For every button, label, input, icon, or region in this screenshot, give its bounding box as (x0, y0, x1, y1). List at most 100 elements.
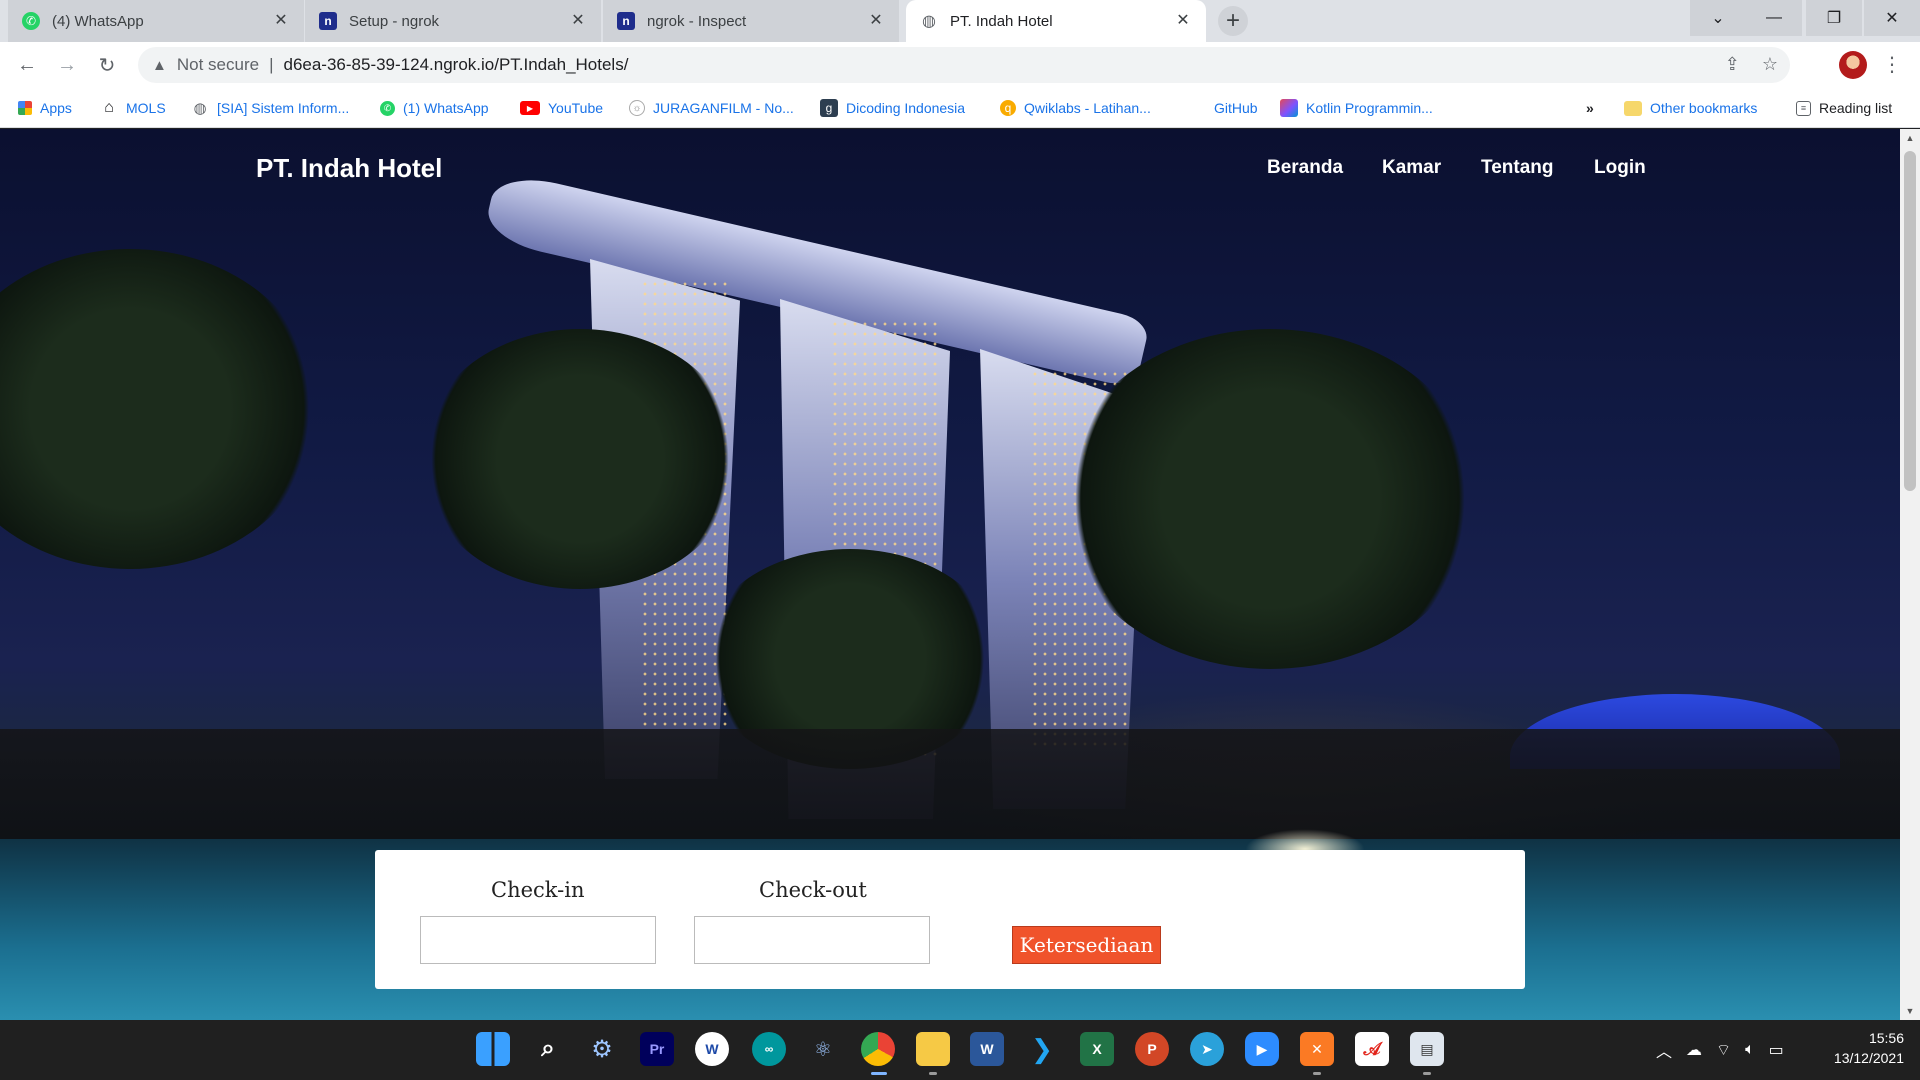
taskbar-clock[interactable]: 15:56 13/12/2021 (1820, 1028, 1904, 1068)
bookmark-youtube[interactable]: ▶ YouTube (520, 88, 603, 128)
page-scrollbar[interactable]: ▲ ▼ (1900, 129, 1920, 1020)
bookmark-mols[interactable]: ⌂ MOLS (100, 88, 166, 128)
bookmark-sia[interactable]: ◍ [SIA] Sistem Inform... (191, 88, 349, 128)
close-icon[interactable]: ✕ (867, 12, 885, 30)
page-viewport: PT. Indah Hotel Beranda Kamar Tentang Lo… (0, 129, 1900, 1020)
availability-button[interactable]: Ketersediaan (1012, 926, 1161, 964)
chrome-icon[interactable] (861, 1032, 895, 1066)
bookmark-apps[interactable]: Apps (18, 88, 72, 128)
window-close-button[interactable]: ✕ (1864, 0, 1920, 36)
scrollbar-thumb[interactable] (1904, 151, 1916, 491)
chrome-running-indicator (871, 1072, 887, 1075)
xampp-icon[interactable]: ✕ (1300, 1032, 1334, 1066)
nav-kamar[interactable]: Kamar (1382, 157, 1441, 179)
more-bookmarks-button[interactable]: » (1586, 88, 1594, 128)
warning-icon: ▲ (152, 56, 167, 74)
powerpoint-icon[interactable]: P (1135, 1032, 1169, 1066)
word-icon[interactable]: W (970, 1032, 1004, 1066)
minimize-button[interactable]: — (1746, 0, 1802, 36)
folder-icon (1624, 100, 1642, 116)
youtube-icon: ▶ (520, 101, 540, 115)
bookmark-github[interactable]: GitHub (1188, 88, 1258, 128)
whatsapp-icon: ✆ (22, 12, 40, 30)
checkin-input[interactable] (420, 916, 656, 964)
xampp-running-indicator (1313, 1072, 1321, 1075)
forward-button[interactable]: → (52, 50, 82, 80)
back-button[interactable]: ← (12, 50, 42, 80)
search-icon[interactable]: ⌕ (531, 1032, 565, 1066)
palm-tree (1060, 329, 1480, 669)
close-icon[interactable]: ✕ (1174, 12, 1192, 30)
wifi-icon[interactable]: ⌔ (1716, 1040, 1731, 1060)
acrobat-icon[interactable]: 𝒜 (1355, 1032, 1389, 1066)
whatsapp-desktop-icon[interactable]: W (695, 1032, 729, 1066)
checkout-input[interactable] (694, 916, 930, 964)
bookmark-whatsapp[interactable]: ✆ (1) WhatsApp (380, 88, 489, 128)
bookmark-dicoding[interactable]: g Dicoding Indonesia (820, 88, 965, 128)
bookmark-kotlin[interactable]: Kotlin Programmin... (1280, 88, 1433, 128)
globe-icon: ◍ (922, 13, 936, 30)
checkout-label: Check-out (759, 878, 867, 902)
settings-icon[interactable]: ⚙ (585, 1032, 619, 1066)
apps-grid-icon (18, 101, 32, 115)
bookmark-juraganfilm[interactable]: ☼ JURAGANFILM - No... (629, 88, 794, 128)
premiere-icon[interactable]: Pr (640, 1032, 674, 1066)
other-bookmarks[interactable]: Other bookmarks (1624, 88, 1757, 128)
palm-tree (0, 249, 320, 569)
url-text[interactable]: d6ea-36-85-39-124.ngrok.io/PT.Indah_Hote… (283, 55, 628, 75)
omnibox-actions: ⇪ ☆ (1725, 54, 1778, 75)
close-icon[interactable]: ✕ (272, 12, 290, 30)
close-icon[interactable]: ✕ (569, 12, 587, 30)
notepad-icon[interactable]: ▤ (1410, 1032, 1444, 1066)
restore-button[interactable]: ❐ (1806, 0, 1862, 36)
dicoding-icon: g (820, 99, 838, 117)
chevron-up-icon[interactable]: ︿ (1656, 1038, 1672, 1062)
tab-title: ngrok - Inspect (647, 12, 747, 30)
nav-login[interactable]: Login (1594, 157, 1646, 179)
bookmark-star-icon[interactable]: ☆ (1762, 54, 1778, 75)
system-tray: ︿ ☁ ⌔ 🔈︎ ▭ (1656, 1020, 1784, 1080)
tab-whatsapp[interactable]: ✆ (4) WhatsApp ✕ (8, 0, 304, 42)
volume-icon[interactable]: 🔈︎ (1745, 1041, 1755, 1059)
cloud-icon[interactable]: ☁ (1686, 1040, 1702, 1060)
excel-icon[interactable]: X (1080, 1032, 1114, 1066)
nav-tentang[interactable]: Tentang (1481, 157, 1553, 179)
arduino-icon[interactable]: ∞ (752, 1032, 786, 1066)
clock-date: 13/12/2021 (1833, 1050, 1904, 1066)
tab-search-button[interactable]: ⌄ (1690, 0, 1746, 36)
explorer-running-indicator (929, 1072, 937, 1075)
telegram-icon[interactable]: ➤ (1190, 1032, 1224, 1066)
tab-setup-ngrok[interactable]: n Setup - ngrok ✕ (305, 0, 601, 42)
qwiklabs-icon: q (1000, 100, 1016, 116)
reading-list-icon: ≡ (1796, 100, 1811, 116)
scroll-down-icon[interactable]: ▼ (1900, 1002, 1920, 1020)
profile-avatar[interactable] (1839, 51, 1867, 79)
new-tab-button[interactable]: + (1218, 6, 1248, 36)
windows-start-icon[interactable] (476, 1032, 510, 1066)
tab-title: (4) WhatsApp (52, 12, 144, 30)
zoom-icon[interactable]: ▶ (1245, 1032, 1279, 1066)
booking-panel: Check-in Check-out Ketersediaan (375, 850, 1525, 989)
bookmark-qwiklabs[interactable]: q Qwiklabs - Latihan... (1000, 88, 1151, 128)
ngrok-icon: n (319, 12, 337, 30)
juraganfilm-icon: ☼ (629, 100, 645, 116)
reload-button[interactable]: ↻ (92, 50, 122, 80)
globe-icon: ◍ (193, 100, 207, 117)
address-divider: | (269, 55, 274, 74)
tab-ngrok-inspect[interactable]: n ngrok - Inspect ✕ (603, 0, 899, 42)
site-brand[interactable]: PT. Indah Hotel (256, 153, 442, 184)
file-explorer-icon[interactable] (916, 1032, 950, 1066)
tab-strip: ✆ (4) WhatsApp ✕ n Setup - ngrok ✕ n ngr… (0, 0, 1920, 42)
network-icon[interactable]: ⚛ (806, 1032, 840, 1066)
share-icon[interactable]: ⇪ (1725, 54, 1740, 75)
battery-icon[interactable]: ▭ (1769, 1040, 1784, 1060)
nav-beranda[interactable]: Beranda (1267, 157, 1343, 179)
security-label[interactable]: Not secure (177, 55, 259, 75)
tab-pt-indah-hotel[interactable]: ◍ PT. Indah Hotel ✕ (906, 0, 1206, 42)
browser-menu-icon[interactable]: ⋮ (1880, 50, 1904, 80)
scroll-up-icon[interactable]: ▲ (1900, 129, 1920, 147)
reading-list[interactable]: ≡ Reading list (1796, 88, 1892, 128)
vscode-icon[interactable]: ❯ (1025, 1032, 1059, 1066)
checkin-label: Check-in (491, 878, 585, 902)
address-bar[interactable]: ▲ Not secure | d6ea-36-85-39-124.ngrok.i… (138, 47, 1790, 83)
